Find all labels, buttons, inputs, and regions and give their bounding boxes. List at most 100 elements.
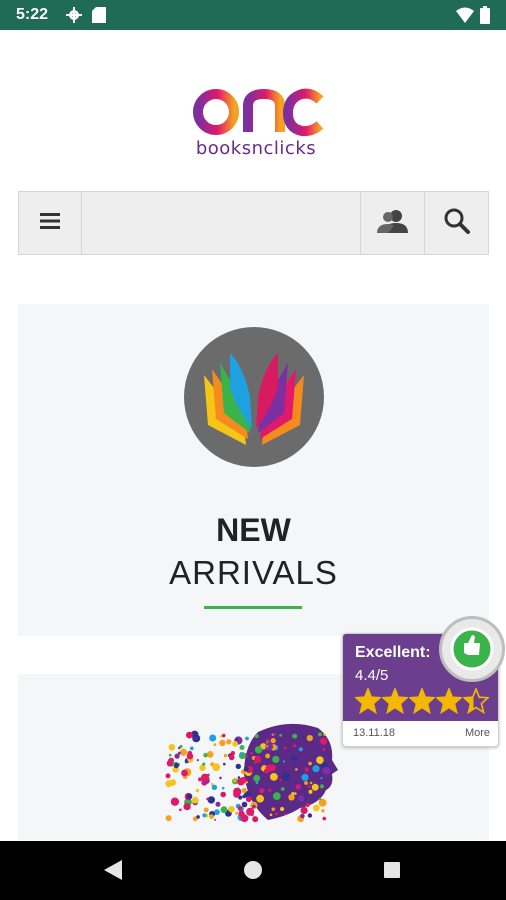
confetti-dot <box>212 763 221 772</box>
account-icon <box>376 209 410 238</box>
open-book-icon <box>184 327 324 467</box>
confetti-dot <box>186 731 193 739</box>
confetti-dot <box>191 796 199 804</box>
battery-icon <box>480 6 490 29</box>
confetti-dot <box>242 794 247 799</box>
wifi-icon <box>456 7 474 28</box>
confetti-dot <box>319 784 324 789</box>
confetti-dot <box>293 744 296 748</box>
confetti-dot <box>241 787 247 794</box>
confetti-dot <box>280 790 283 794</box>
customer-award-seal-icon <box>439 616 505 682</box>
confetti-dot <box>318 797 322 801</box>
confetti-dot <box>170 797 180 806</box>
confetti-dot <box>279 733 283 737</box>
card-title-line2: ARRIVALS <box>169 554 338 591</box>
confetti-dot <box>259 788 265 794</box>
star-icon <box>382 688 408 714</box>
confetti-dot <box>237 805 243 811</box>
confetti-dot <box>306 735 313 742</box>
confetti-dot <box>223 753 228 758</box>
confetti-dot <box>308 761 312 766</box>
customer-award-badge[interactable]: Excellent: 4.4/5 13.11.18 More <box>342 616 505 747</box>
confetti-dot <box>233 790 241 798</box>
award-date: 13.11.18 <box>353 727 396 739</box>
confetti-dot <box>280 806 285 812</box>
confetti-dot <box>300 806 308 814</box>
confetti-dot <box>168 753 172 757</box>
confetti-dot <box>320 777 323 780</box>
confetti-dot <box>302 735 305 738</box>
recents-icon[interactable] <box>384 862 400 878</box>
confetti-dot <box>322 747 326 751</box>
logo-wordmark: booksnclicks <box>195 138 317 159</box>
confetti-dot <box>299 784 302 787</box>
confetti-dot <box>179 748 188 756</box>
confetti-dot <box>268 788 272 792</box>
home-icon[interactable] <box>244 861 262 879</box>
confetti-dot <box>270 773 278 781</box>
star-icon <box>355 688 381 714</box>
confetti-dot <box>235 763 241 770</box>
confetti-dot <box>239 752 244 756</box>
confetti-dot <box>318 732 322 737</box>
confetti-dot <box>323 733 326 736</box>
confetti-dot <box>265 764 274 772</box>
confetti-dot <box>245 796 252 803</box>
award-more-link[interactable]: More <box>465 727 490 739</box>
confetti-dot <box>281 772 290 781</box>
confetti-dot <box>209 814 214 819</box>
confetti-dot <box>211 784 218 790</box>
confetti-dot <box>292 733 298 739</box>
confetti-dot <box>179 808 182 812</box>
confetti-dot <box>206 797 209 801</box>
confetti-dot <box>219 739 226 747</box>
confetti-dot <box>254 755 262 763</box>
confetti-dot <box>196 759 199 762</box>
confetti-dot <box>311 783 319 791</box>
confetti-dot <box>186 793 193 800</box>
confetti-dot <box>168 744 176 751</box>
confetti-dot <box>254 734 259 739</box>
menu-button[interactable] <box>19 192 82 254</box>
star-icon <box>409 688 435 714</box>
confetti-dot <box>221 786 225 790</box>
confetti-dot <box>239 745 245 750</box>
confetti-dot <box>282 760 286 763</box>
confetti-dot <box>260 770 263 774</box>
confetti-dot <box>272 755 280 763</box>
confetti-dot <box>228 754 235 761</box>
confetti-dot <box>189 746 194 751</box>
award-rating-label: Excellent: <box>355 644 431 661</box>
back-icon[interactable] <box>104 860 122 885</box>
confetti-dot <box>256 794 264 803</box>
confetti-dot <box>272 792 281 800</box>
status-time: 5:22 <box>16 6 49 23</box>
confetti-dot <box>273 732 277 736</box>
confetti-dot <box>200 773 210 782</box>
confetti-dot <box>238 810 245 817</box>
confetti-dot <box>253 774 261 782</box>
confetti-dot <box>308 789 313 794</box>
confetti-dot <box>215 801 221 807</box>
site-logo[interactable]: booksnclicks <box>186 70 326 164</box>
award-score: 4.4/5 <box>355 667 389 684</box>
confetti-dot <box>269 813 273 817</box>
confetti-dot <box>307 784 311 788</box>
confetti-dot <box>300 813 305 819</box>
confetti-dot <box>309 781 313 785</box>
system-navigation-bar <box>0 841 506 900</box>
confetti-dot <box>207 796 215 804</box>
menu-icon <box>40 212 60 234</box>
account-button[interactable] <box>361 192 425 254</box>
confetti-dot <box>265 753 270 759</box>
star-icon <box>436 688 462 714</box>
gear-icon <box>66 7 82 28</box>
new-arrivals-card[interactable]: NEW ARRIVALS <box>18 304 489 636</box>
search-button[interactable] <box>425 192 488 254</box>
confetti-dot <box>219 735 223 738</box>
confetti-dot <box>221 733 226 738</box>
confetti-dot <box>316 756 324 764</box>
confetti-dot <box>290 754 297 762</box>
confetti-dot <box>307 813 313 818</box>
